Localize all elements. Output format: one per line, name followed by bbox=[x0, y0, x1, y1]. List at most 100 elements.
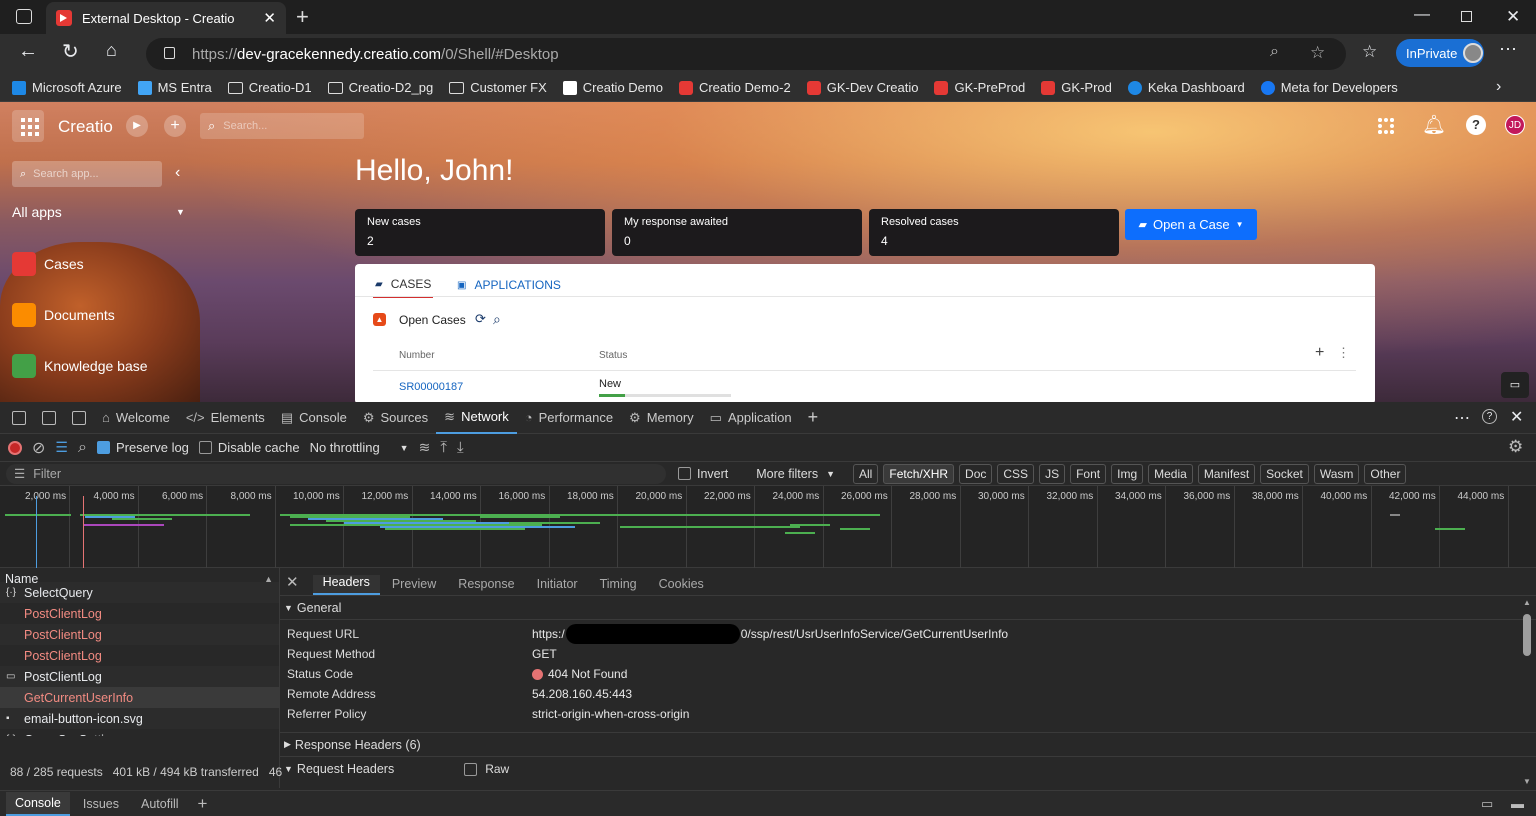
column-number[interactable]: Number bbox=[399, 350, 435, 361]
request-row[interactable]: GetCurrentUserInfo bbox=[0, 687, 279, 708]
header-value[interactable]: 404 Not Found bbox=[532, 667, 627, 681]
request-row[interactable]: ▪ email-button-icon.svg bbox=[0, 708, 279, 729]
bookmark-1[interactable]: MS Entra bbox=[137, 80, 212, 95]
raw-checkbox[interactable]: Raw bbox=[464, 762, 509, 776]
case-number-link[interactable]: SR00000187 bbox=[399, 381, 463, 393]
global-search[interactable]: ⌕ Search... bbox=[200, 113, 364, 139]
request-row[interactable]: PostClientLog bbox=[0, 645, 279, 666]
tab-applications[interactable]: ▣ APPLICATIONS bbox=[457, 272, 561, 298]
minimize-icon[interactable]: — bbox=[1414, 6, 1430, 24]
tab-cases[interactable]: ▰ CASES bbox=[373, 272, 434, 298]
throttling-select[interactable]: No throttling ▼ bbox=[310, 440, 409, 455]
dock-drawer-icon[interactable]: ▭ bbox=[1481, 796, 1493, 812]
more-filters-dropdown[interactable]: More filters ▼ bbox=[756, 467, 835, 481]
type-filter-manifest[interactable]: Manifest bbox=[1197, 463, 1256, 484]
search-list-icon[interactable]: ⌕ bbox=[493, 311, 501, 328]
add-icon[interactable]: + bbox=[164, 115, 186, 137]
bookmark-3[interactable]: Creatio-D2_pg bbox=[327, 80, 433, 95]
card-resolved-cases[interactable]: Resolved cases 4 bbox=[869, 209, 1119, 256]
type-filter-media[interactable]: Media bbox=[1148, 463, 1193, 484]
bookmark-2[interactable]: Creatio-D1 bbox=[227, 80, 312, 95]
bookmark-10[interactable]: Keka Dashboard bbox=[1127, 80, 1245, 95]
export-har-icon[interactable]: ⤓ bbox=[457, 439, 464, 456]
tab-sources[interactable]: ⚙ Sources bbox=[355, 402, 436, 434]
zoom-icon[interactable]: ⌕ bbox=[1270, 43, 1279, 61]
detail-tab-initiator[interactable]: Initiator bbox=[527, 577, 588, 595]
maximize-icon[interactable] bbox=[1461, 11, 1472, 22]
user-avatar[interactable]: JD bbox=[1505, 115, 1525, 135]
filter-toggle-icon[interactable]: ☰ bbox=[55, 439, 68, 456]
details-scrollbar[interactable]: ▲ ▼ bbox=[1523, 598, 1531, 786]
bookmark-9[interactable]: GK-Prod bbox=[1041, 80, 1112, 95]
apps-grid-icon[interactable] bbox=[1378, 118, 1394, 134]
type-filter-js[interactable]: JS bbox=[1039, 463, 1066, 484]
close-window-icon[interactable]: ✕ bbox=[1506, 7, 1520, 27]
sidebar-search[interactable]: ⌕ Search app... bbox=[12, 161, 162, 187]
request-row[interactable]: {·} SelectQuery bbox=[0, 582, 279, 603]
request-row[interactable]: PostClientLog bbox=[0, 603, 279, 624]
close-tab-icon[interactable]: ✕ bbox=[263, 9, 276, 27]
devtools-more-icon[interactable]: ⋯ bbox=[1454, 408, 1470, 428]
detail-tab-preview[interactable]: Preview bbox=[382, 577, 446, 595]
all-apps-dropdown-icon[interactable]: ▼ bbox=[176, 207, 185, 217]
general-section-header[interactable]: ▼ General bbox=[280, 596, 1536, 620]
open-case-button[interactable]: ▰ Open a Case ▼ bbox=[1125, 209, 1257, 240]
close-details-icon[interactable]: ✕ bbox=[286, 573, 299, 591]
more-menu-icon[interactable]: ⋯ bbox=[1499, 39, 1517, 60]
preserve-log-checkbox[interactable]: Preserve log bbox=[96, 440, 189, 455]
card-new-cases[interactable]: New cases 2 bbox=[355, 209, 605, 256]
add-drawer-tab-icon[interactable]: + bbox=[198, 794, 208, 814]
workspaces-icon[interactable] bbox=[16, 9, 32, 24]
bookmark-0[interactable]: Microsoft Azure bbox=[12, 80, 122, 95]
close-drawer-icon[interactable]: ▬ bbox=[1511, 796, 1524, 811]
header-value[interactable]: https:/ 0/ssp/rest/UsrUserInfoService/Get… bbox=[532, 624, 1008, 644]
browser-tab[interactable]: External Desktop - Creatio ✕ bbox=[46, 2, 286, 34]
type-filter-font[interactable]: Font bbox=[1070, 463, 1107, 484]
tab-application[interactable]: ▭ Application bbox=[702, 402, 800, 434]
bookmark-11[interactable]: Meta for Developers bbox=[1260, 80, 1398, 95]
tab-memory[interactable]: ⚙ Memory bbox=[621, 402, 702, 434]
request-headers-section[interactable]: ▼ Request Headers Raw bbox=[280, 757, 1536, 781]
home-icon[interactable]: ⌂ bbox=[106, 40, 117, 61]
request-row[interactable]: ▭ PostClientLog bbox=[0, 666, 279, 687]
new-tab-icon[interactable]: + bbox=[296, 4, 309, 30]
drawer-tab-issues[interactable]: Issues bbox=[74, 793, 128, 815]
drawer-tab-console[interactable]: Console bbox=[6, 791, 70, 816]
type-filter-fetchxhr[interactable]: Fetch/XHR bbox=[883, 463, 955, 484]
tab-console[interactable]: ▤ Console bbox=[273, 402, 355, 434]
bookmark-6[interactable]: Creatio Demo-2 bbox=[678, 80, 791, 95]
import-har-icon[interactable]: ⤒ bbox=[440, 439, 447, 456]
inspect-element-icon[interactable] bbox=[4, 402, 34, 434]
app-launcher-icon[interactable] bbox=[12, 110, 44, 142]
bookmark-7[interactable]: GK-Dev Creatio bbox=[806, 80, 918, 95]
network-conditions-icon[interactable]: ≋ bbox=[419, 439, 431, 456]
search-network-icon[interactable]: ⌕ bbox=[78, 439, 87, 457]
type-filter-other[interactable]: Other bbox=[1364, 463, 1407, 484]
inprivate-badge[interactable]: InPrivate bbox=[1396, 39, 1484, 67]
type-filter-css[interactable]: CSS bbox=[997, 463, 1035, 484]
close-devtools-icon[interactable]: ✕ bbox=[1510, 407, 1523, 427]
back-icon[interactable]: ← bbox=[18, 40, 38, 63]
add-row-icon[interactable]: + bbox=[1315, 344, 1324, 362]
scrollbar-thumb[interactable] bbox=[1523, 614, 1531, 656]
record-icon[interactable] bbox=[8, 440, 22, 455]
play-icon[interactable]: ▶ bbox=[126, 115, 148, 137]
app-logo[interactable]: Creatio bbox=[58, 117, 113, 137]
request-row[interactable]: {·} QuerySysSettings bbox=[0, 729, 279, 737]
scrollbar-down-icon[interactable]: ▼ bbox=[1523, 777, 1531, 786]
collapse-sidebar-icon[interactable]: ‹ bbox=[175, 164, 180, 182]
detail-tab-timing[interactable]: Timing bbox=[590, 577, 647, 595]
bookmarks-overflow-icon[interactable]: › bbox=[1496, 78, 1501, 96]
sidebar-item-1[interactable]: Documents bbox=[12, 303, 115, 327]
header-value[interactable]: strict-origin-when-cross-origin bbox=[532, 707, 689, 721]
feedback-chat-icon[interactable]: ▭ bbox=[1501, 372, 1529, 398]
refresh-icon[interactable]: ↻ bbox=[62, 39, 79, 64]
detail-tab-response[interactable]: Response bbox=[448, 577, 524, 595]
favorites-icon[interactable]: ☆ bbox=[1362, 42, 1377, 62]
card-response-awaited[interactable]: My response awaited 0 bbox=[612, 209, 862, 256]
dock-icon[interactable] bbox=[64, 402, 94, 434]
device-toolbar-icon[interactable] bbox=[34, 402, 64, 434]
request-row[interactable]: PostClientLog bbox=[0, 624, 279, 645]
type-filter-socket[interactable]: Socket bbox=[1260, 463, 1309, 484]
type-filter-all[interactable]: All bbox=[853, 463, 879, 484]
